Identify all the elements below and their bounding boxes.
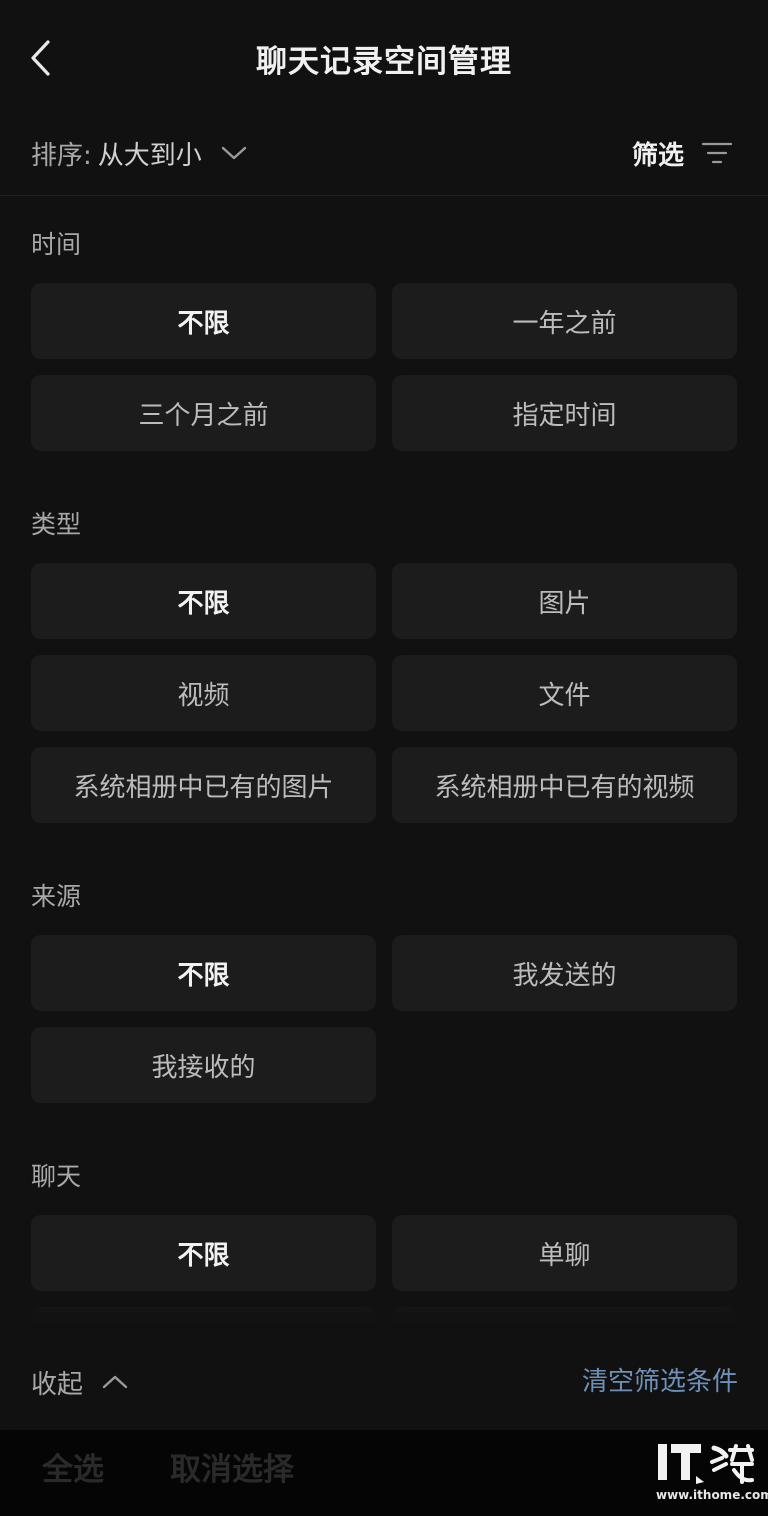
option-type-album-videos[interactable]: 系统相册中已有的视频: [392, 747, 737, 823]
option-type-files[interactable]: 文件: [392, 655, 737, 731]
option-type-images[interactable]: 图片: [392, 563, 737, 639]
clear-filters-button[interactable]: 清空筛选条件: [582, 1362, 738, 1402]
cancel-selection-button[interactable]: 取消选择: [170, 1444, 294, 1489]
option-time-one-year-ago[interactable]: 一年之前: [392, 283, 737, 359]
option-chat-any[interactable]: 不限: [31, 1215, 376, 1291]
option-time-any[interactable]: 不限: [31, 283, 376, 359]
option-chat-other[interactable]: 其他: [392, 1307, 737, 1328]
watermark-url: www.ithome.com: [656, 1488, 768, 1502]
time-options: 不限 一年之前 三个月之前 指定时间: [31, 283, 737, 451]
option-type-album-images[interactable]: 系统相册中已有的图片: [31, 747, 376, 823]
section-title-source: 来源: [31, 882, 82, 911]
select-all-button[interactable]: 全选: [42, 1444, 104, 1489]
chat-options: 不限 单聊 群聊 其他: [31, 1215, 737, 1328]
page-title: 聊天记录空间管理: [256, 44, 512, 80]
type-options: 不限 图片 视频 文件 系统相册中已有的图片 系统相册中已有的视频: [31, 563, 737, 823]
panel-footer: 收起 清空筛选条件: [0, 1328, 768, 1430]
sort-bar: 排序: 从大到小 筛选: [0, 115, 768, 196]
option-chat-single[interactable]: 单聊: [392, 1215, 737, 1291]
option-time-custom[interactable]: 指定时间: [392, 375, 737, 451]
section-title-time: 时间: [31, 230, 82, 259]
header: 聊天记录空间管理: [0, 0, 768, 115]
collapse-label: 收起: [31, 1369, 84, 1400]
filter-button[interactable]: 筛选: [632, 133, 732, 173]
option-type-videos[interactable]: 视频: [31, 655, 376, 731]
bottom-action-bar: 全选 取消选择: [0, 1430, 768, 1516]
screen: 聊天记录空间管理 排序: 从大到小 筛选 时间 不限 一年之前 三个月之前 指定…: [0, 0, 768, 1516]
ithome-logo: [658, 1444, 754, 1484]
filter-sections: 时间 不限 一年之前 三个月之前 指定时间 类型 不限 图片 视频 文件 系统相…: [0, 230, 768, 1328]
sort-value: 从大到小: [97, 140, 202, 171]
source-options: 不限 我发送的 我接收的: [31, 935, 737, 1103]
filter-lines-icon: [702, 141, 732, 165]
chevron-down-icon: [220, 144, 248, 162]
ithome-watermark: www.ithome.com: [656, 1442, 768, 1508]
option-chat-group[interactable]: 群聊: [31, 1307, 376, 1328]
sort-dropdown[interactable]: 排序: 从大到小: [31, 133, 248, 173]
sort-label: 排序:: [31, 140, 92, 171]
filter-label: 筛选: [631, 140, 684, 171]
filter-panel: 时间 不限 一年之前 三个月之前 指定时间 类型 不限 图片 视频 文件 系统相…: [0, 196, 768, 1328]
chevron-up-icon: [101, 1373, 129, 1391]
option-source-received[interactable]: 我接收的: [31, 1027, 376, 1103]
section-title-chat: 聊天: [31, 1162, 82, 1191]
option-type-any[interactable]: 不限: [31, 563, 376, 639]
section-title-type: 类型: [31, 510, 82, 539]
collapse-button[interactable]: 收起: [31, 1362, 129, 1402]
option-source-any[interactable]: 不限: [31, 935, 376, 1011]
option-time-three-months-ago[interactable]: 三个月之前: [31, 375, 376, 451]
option-source-sent[interactable]: 我发送的: [392, 935, 737, 1011]
